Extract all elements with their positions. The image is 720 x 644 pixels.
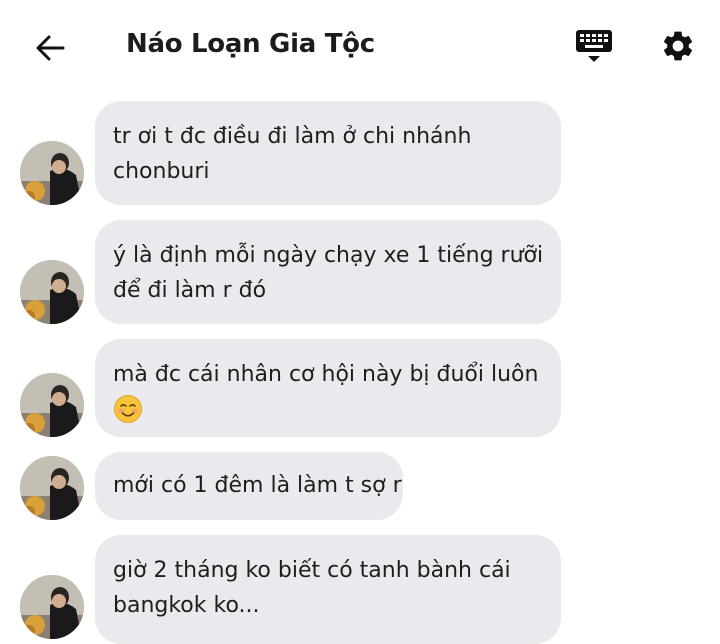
message-row: tr ơi t đc điều đi làm ở chi nhánh chonb… [0, 101, 720, 205]
message-text-line: mới có 1 đêm là làm t sợ r [113, 473, 402, 498]
message-bubble[interactable]: tr ơi t đc điều đi làm ở chi nhánh chonb… [95, 101, 561, 205]
message-text-line: bangkok ko... [113, 593, 260, 618]
avatar[interactable] [20, 456, 84, 520]
message-row: mới có 1 đêm là làm t sợ r [0, 452, 720, 520]
avatar[interactable] [20, 260, 84, 324]
message-text-line: tr ơi t đc điều đi làm ở chi nhánh [113, 124, 472, 149]
avatar[interactable] [20, 575, 84, 639]
message-bubble[interactable]: giờ 2 tháng ko biết có tanh bành cái ban… [95, 535, 561, 644]
message-row: ý là định mỗi ngày chạy xe 1 tiếng rưỡi … [0, 220, 720, 324]
message-bubble[interactable]: mà đc cái nhân cơ hội này bị đuổi luôn [95, 339, 561, 437]
chat-title: Náo Loạn Gia Tộc [126, 29, 375, 59]
message-text-line: ý là định mỗi ngày chạy xe 1 tiếng rưỡi [113, 243, 544, 268]
back-button[interactable] [30, 30, 70, 66]
message-text-line: mà đc cái nhân cơ hội này bị đuổi luôn [113, 362, 539, 387]
arrow-left-icon [36, 35, 65, 61]
message-row: giờ 2 tháng ko biết có tanh bành cái ban… [0, 535, 720, 644]
message-text-line: để đi làm r đó [113, 278, 267, 303]
gear-icon [663, 31, 693, 61]
message-row: mà đc cái nhân cơ hội này bị đuổi luôn [0, 339, 720, 437]
chat-header: Náo Loạn Gia Tộc [0, 0, 720, 96]
message-text-line: giờ 2 tháng ko biết có tanh bành cái [113, 558, 511, 583]
keyboard-button[interactable] [572, 24, 616, 68]
message-bubble[interactable]: mới có 1 đêm là làm t sợ r [95, 452, 403, 520]
settings-button[interactable] [656, 24, 700, 68]
message-text-line: chonburi [113, 159, 210, 184]
keyboard-icon [576, 30, 612, 62]
avatar[interactable] [20, 141, 84, 205]
avatar[interactable] [20, 373, 84, 437]
smiling-face-emoji [114, 395, 142, 423]
message-bubble[interactable]: ý là định mỗi ngày chạy xe 1 tiếng rưỡi … [95, 220, 561, 324]
